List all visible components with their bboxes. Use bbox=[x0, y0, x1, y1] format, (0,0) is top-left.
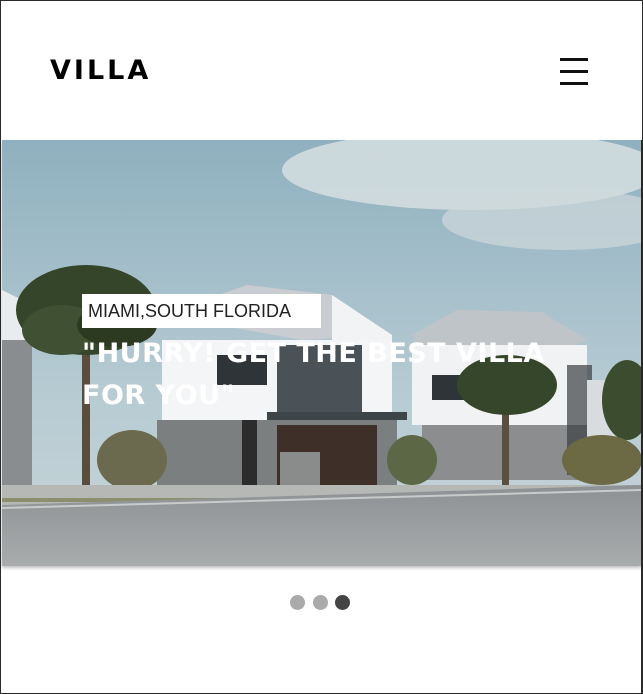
site-logo[interactable]: VILLA bbox=[50, 55, 151, 86]
site-header: VILLA bbox=[1, 1, 642, 140]
location-badge: MIAMI,SOUTH FLORIDA bbox=[82, 294, 321, 328]
menu-line bbox=[560, 70, 588, 73]
carousel-dot-1[interactable] bbox=[290, 595, 305, 610]
hamburger-menu-icon[interactable] bbox=[555, 55, 595, 89]
menu-line bbox=[560, 82, 588, 85]
carousel-dot-2[interactable] bbox=[313, 595, 328, 610]
page-frame: VILLA MIAMI,SOUTH FLORIDA "HURRY! GET TH… bbox=[0, 0, 643, 694]
carousel-dot-3-active[interactable] bbox=[335, 595, 350, 610]
menu-line bbox=[560, 58, 588, 61]
hero-headline: "HURRY! GET THE BEST VILLA FOR YOU" bbox=[82, 338, 545, 411]
